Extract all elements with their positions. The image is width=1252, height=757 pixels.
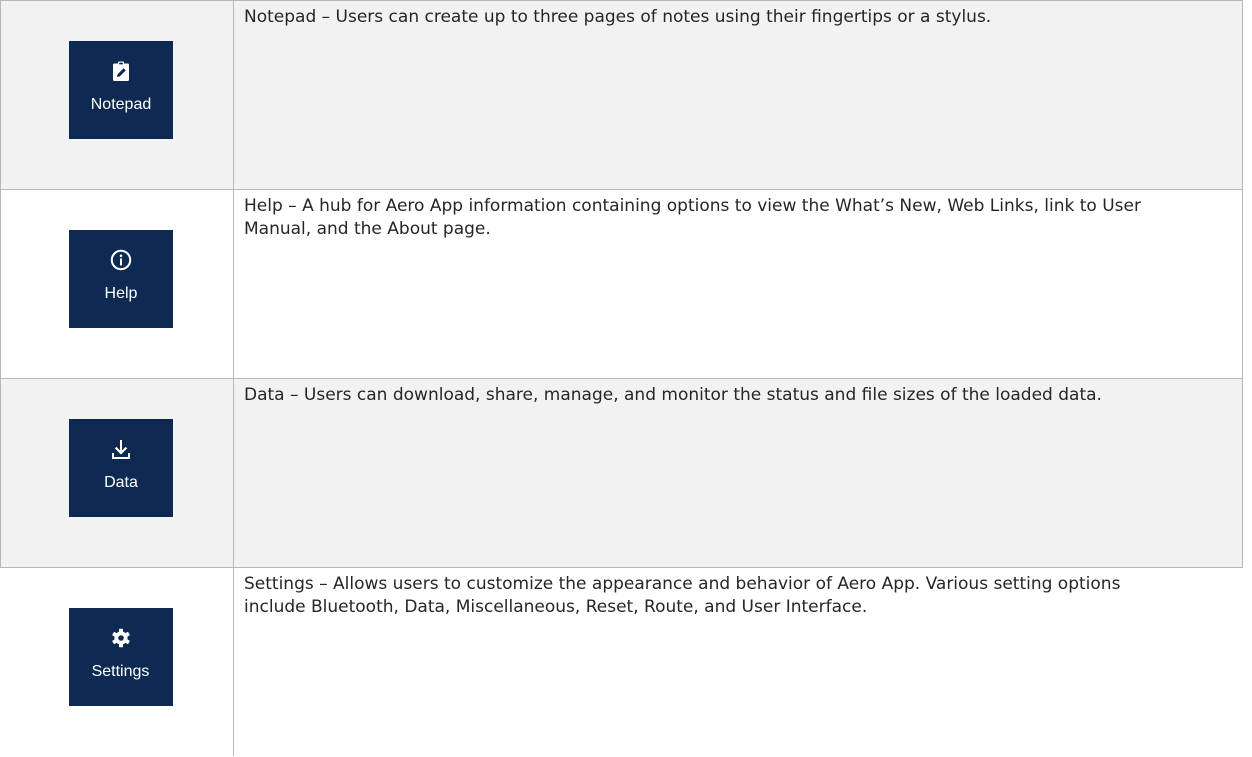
icon-cell: Data <box>0 378 234 568</box>
gear-icon <box>69 627 173 649</box>
table-row-help: Help Help – A hub for Aero App informati… <box>0 189 1243 379</box>
notepad-description: Notepad – Users can create up to three p… <box>244 7 992 27</box>
data-tile-label: Data <box>104 474 138 491</box>
help-tile: Help <box>69 230 173 328</box>
clipboard-edit-icon <box>69 60 173 82</box>
feature-table: Notepad Notepad – Users can create up to… <box>0 0 1243 756</box>
data-tile: Data <box>69 419 173 517</box>
icon-cell: Help <box>0 189 234 379</box>
help-description: Help – A hub for Aero App information co… <box>244 196 1141 239</box>
settings-tile-label: Settings <box>91 663 150 680</box>
icon-cell: Settings <box>0 567 234 756</box>
icon-cell: Notepad <box>0 0 234 190</box>
table-row-settings: Settings Settings – Allows users to cust… <box>0 567 1243 757</box>
description-cell: Settings – Allows users to customize the… <box>234 568 1243 757</box>
description-cell: Data – Users can download, share, manage… <box>233 378 1243 568</box>
settings-tile: Settings <box>68 608 173 706</box>
help-tile-label: Help <box>104 285 138 302</box>
download-icon <box>69 438 173 460</box>
notepad-tile-label: Notepad <box>90 96 152 113</box>
description-cell: Help – A hub for Aero App information co… <box>233 189 1243 379</box>
settings-description: Settings – Allows users to customize the… <box>244 574 1121 617</box>
notepad-tile: Notepad <box>69 41 173 139</box>
info-circle-icon <box>69 249 173 271</box>
data-description: Data – Users can download, share, manage… <box>244 385 1102 405</box>
table-row-data: Data Data – Users can download, share, m… <box>0 378 1243 568</box>
table-row-notepad: Notepad Notepad – Users can create up to… <box>0 0 1243 190</box>
description-cell: Notepad – Users can create up to three p… <box>233 0 1243 190</box>
